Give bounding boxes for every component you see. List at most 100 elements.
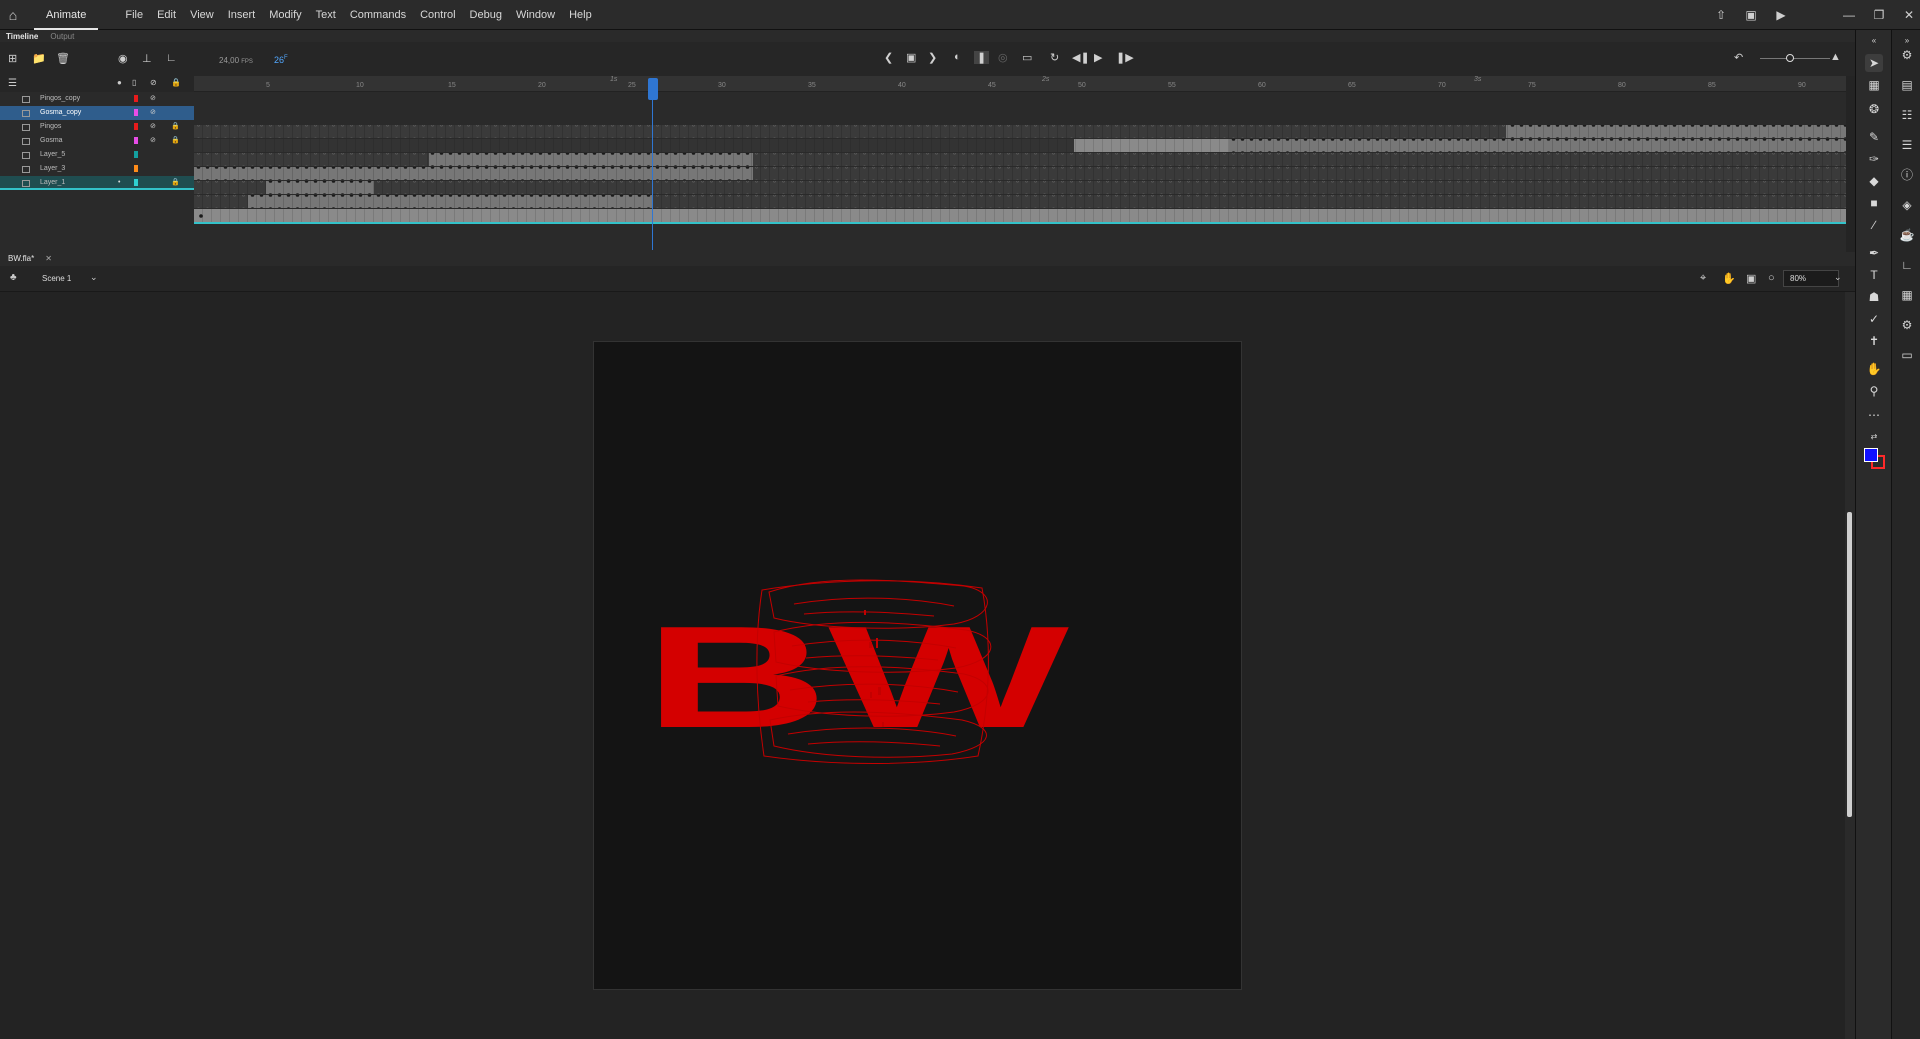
layer-color-swatch[interactable] (134, 109, 138, 116)
menu-help[interactable]: Help (562, 9, 599, 21)
mountain-icon[interactable]: ▲ (1830, 51, 1841, 63)
camera-icon[interactable]: ◉ (118, 52, 128, 65)
close-tab-icon[interactable]: ✕ (45, 254, 52, 263)
clip-content-icon[interactable]: ▣ (1746, 272, 1756, 285)
restore-icon[interactable]: ❐ (1868, 8, 1890, 22)
text-tool-icon[interactable]: T (1865, 266, 1883, 284)
layer-row[interactable]: Gosma ⊘ 🔒 (0, 134, 194, 148)
layer-color-swatch[interactable] (134, 179, 138, 186)
fit-stage-icon[interactable]: ○ (1768, 272, 1775, 284)
line-tool-icon[interactable]: ∕ (1865, 216, 1883, 234)
brush-tool-icon[interactable]: ✎ (1865, 128, 1883, 146)
chevron-down-icon[interactable]: ⌄ (90, 272, 98, 283)
layer-color-swatch[interactable] (134, 165, 138, 172)
layer-row[interactable]: Layer_5 (0, 148, 194, 162)
history-icon[interactable]: ▭ (1898, 346, 1916, 364)
graph-icon[interactable]: ∟ (166, 52, 177, 64)
highlight-icon[interactable]: ● (117, 78, 122, 87)
onion-skin-icon[interactable]: ◐ (954, 51, 961, 63)
eye-hidden-icon[interactable]: ⊘ (150, 134, 156, 148)
menu-debug[interactable]: Debug (463, 9, 509, 21)
scene-icon[interactable]: ♣ (10, 272, 17, 283)
workspace-tab-animate[interactable]: Animate (34, 0, 99, 30)
tab-output[interactable]: Output (44, 32, 80, 41)
layer-color-swatch[interactable] (134, 151, 138, 158)
menu-text[interactable]: Text (309, 9, 343, 21)
fps-display[interactable]: 24,00 FPS (219, 56, 253, 65)
more-tools-icon[interactable]: ⋯ (1865, 406, 1883, 424)
rectangle-tool-icon[interactable]: ■ (1865, 194, 1883, 212)
menu-insert[interactable]: Insert (221, 9, 263, 21)
paint-brush-icon[interactable]: ✑ (1865, 150, 1883, 168)
new-layer-icon[interactable]: ⊞ (8, 52, 17, 65)
frame-grid[interactable] (194, 76, 1846, 252)
hide-all-icon[interactable]: ⊘ (150, 78, 157, 87)
loop-icon[interactable]: ↻ (1050, 51, 1059, 64)
stage-canvas[interactable]: BW (593, 341, 1242, 990)
layer-parenting-icon[interactable]: ⊥ (142, 52, 152, 65)
doc-tab-bw[interactable]: BW.fla* (8, 254, 34, 263)
close-window-icon[interactable]: ✕ (1898, 8, 1920, 22)
eye-hidden-icon[interactable]: ⊘ (150, 92, 156, 106)
rotate-stage-icon[interactable]: ✋ (1722, 272, 1736, 285)
layer-color-swatch[interactable] (134, 95, 138, 102)
menu-view[interactable]: View (183, 9, 221, 21)
lasso-tool-icon[interactable]: ❂ (1865, 100, 1883, 118)
menu-modify[interactable]: Modify (262, 9, 308, 21)
current-frame[interactable]: 26F (274, 55, 288, 65)
eraser-tool-icon[interactable]: ◆ (1865, 172, 1883, 190)
frames-area[interactable]: 5 10 15 20 25 30 35 40 45 50 55 60 65 70… (194, 76, 1846, 252)
zoom-tool-icon[interactable]: ⚲ (1865, 382, 1883, 400)
layer-row-current[interactable]: Layer_1 • 🔒 (0, 176, 194, 190)
layer-row[interactable]: Pingos ⊘ 🔒 (0, 120, 194, 134)
scene-name[interactable]: Scene 1 (42, 274, 71, 283)
align-icon[interactable]: ☰ (1898, 136, 1916, 154)
test-movie-icon[interactable]: ▶ (1770, 8, 1792, 22)
delete-layer-icon[interactable]: 🗑 (56, 52, 70, 65)
step-back-icon[interactable]: ◀❚ (1072, 51, 1090, 64)
stage-scroll-thumb[interactable] (1847, 512, 1852, 817)
timeline-zoom-slider[interactable] (1760, 58, 1830, 59)
slider-handle[interactable] (1786, 54, 1794, 62)
play-icon[interactable]: ▶ (1094, 51, 1102, 64)
eyedropper-tool-icon[interactable]: ✓ (1865, 310, 1883, 328)
layers-icon[interactable]: ☰ (8, 78, 17, 89)
fill-color-swatch[interactable] (1864, 448, 1878, 462)
home-icon[interactable]: ⌂ (0, 7, 26, 23)
playhead-handle[interactable] (648, 78, 658, 100)
artwork-letters[interactable]: BW (644, 596, 1069, 758)
lock-icon[interactable]: 🔒 (171, 134, 180, 148)
properties-icon[interactable]: ⚙ (1898, 46, 1916, 64)
layer-color-swatch[interactable] (134, 137, 138, 144)
layer-row[interactable]: Pingos_copy ⊘ (0, 92, 194, 106)
color-icon[interactable]: ◈ (1898, 196, 1916, 214)
step-forward-icon[interactable]: ❚▶ (1116, 51, 1134, 64)
assets-icon[interactable]: ☷ (1898, 106, 1916, 124)
layer-color-swatch[interactable] (134, 123, 138, 130)
zoom-input[interactable]: 80% (1783, 270, 1839, 287)
stage-vertical-scrollbar[interactable] (1845, 292, 1855, 1039)
free-transform-tool-icon[interactable]: ▦ (1865, 76, 1883, 94)
pin-tool-icon[interactable]: ✝ (1865, 332, 1883, 350)
panel-collapse-icon[interactable]: « (1865, 32, 1883, 50)
menu-file[interactable]: File (118, 9, 150, 21)
menu-edit[interactable]: Edit (150, 9, 183, 21)
lock-icon[interactable]: 🔒 (171, 120, 180, 134)
motion-editor-icon[interactable]: ∟ (1898, 256, 1916, 274)
menu-window[interactable]: Window (509, 9, 562, 21)
frame-picker-icon[interactable]: ⚙ (1898, 316, 1916, 334)
layer-row[interactable]: Gosma_copy ⊘ (0, 106, 194, 120)
eye-hidden-icon[interactable]: ⊘ (150, 106, 156, 120)
center-frame-icon[interactable]: ▭ (1022, 51, 1032, 64)
swatches-icon[interactable]: ▦ (1898, 286, 1916, 304)
next-keyframe-icon[interactable]: ❯ (928, 51, 937, 64)
tab-timeline[interactable]: Timeline (0, 32, 44, 41)
share-icon[interactable]: ⇧ (1710, 8, 1732, 22)
minimize-icon[interactable]: — (1838, 8, 1860, 22)
stage-artwork[interactable]: BW (594, 342, 1243, 991)
info-icon[interactable]: ⓘ (1898, 166, 1916, 184)
undo-icon[interactable]: ↶ (1734, 51, 1743, 64)
hand-tool-icon[interactable]: ✋ (1865, 360, 1883, 378)
eye-hidden-icon[interactable]: ⊘ (150, 120, 156, 134)
prev-keyframe-icon[interactable]: ❮ (884, 51, 893, 64)
